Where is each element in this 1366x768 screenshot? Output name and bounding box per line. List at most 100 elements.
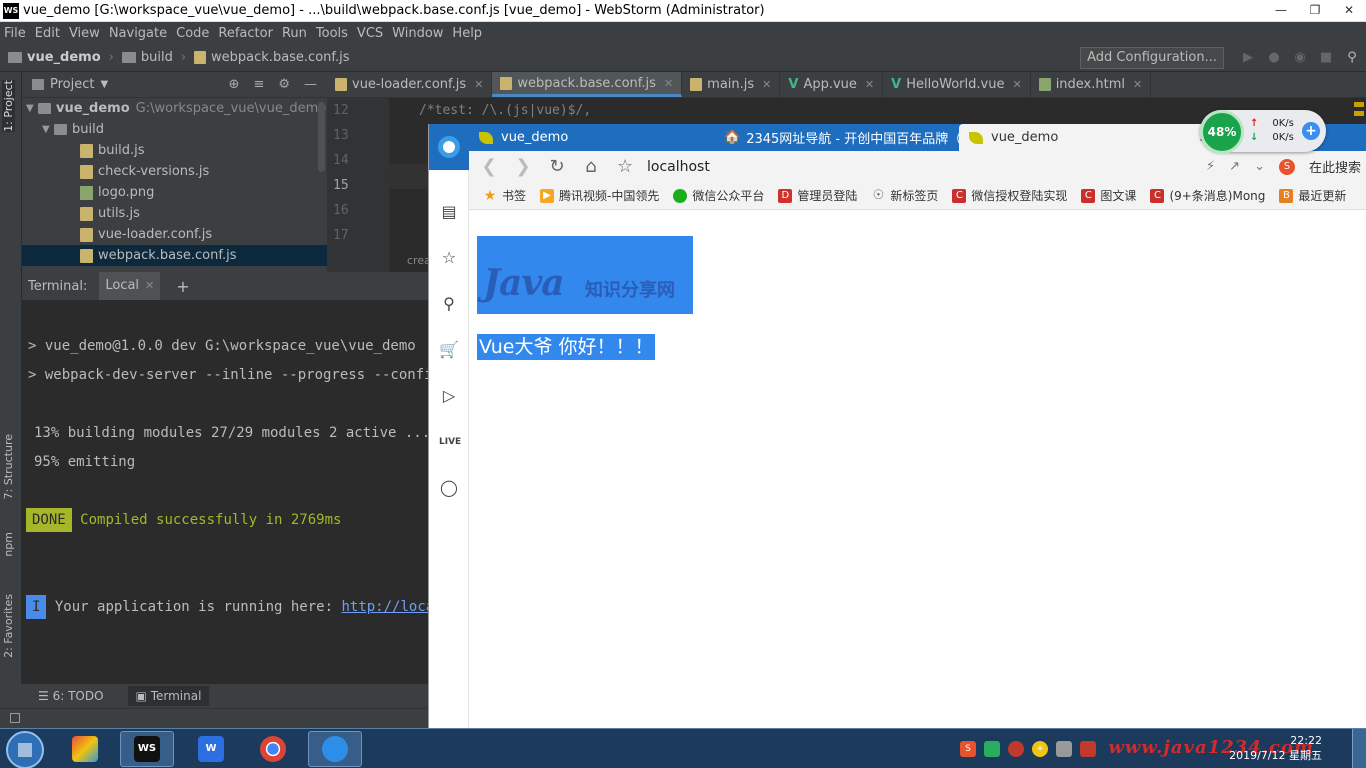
tree-item-build-js[interactable]: build.js	[22, 140, 327, 161]
tab-main-js[interactable]: main.js ✕	[682, 72, 781, 97]
collapse-icon[interactable]: ≡	[253, 77, 264, 92]
npm-tool-tab[interactable]: npm	[2, 532, 15, 557]
todo-tool-tab[interactable]: ☰ 6: TODO	[30, 686, 112, 706]
bookmark-item[interactable]: D 管理员登陆	[778, 187, 857, 204]
reader-icon[interactable]: ▤	[439, 202, 459, 222]
search-everywhere-icon[interactable]: ⚲	[1344, 50, 1360, 66]
tree-item-vue-loader-conf-js[interactable]: vue-loader.conf.js	[22, 224, 327, 245]
menu-run[interactable]: Run	[282, 26, 307, 41]
terminal-output[interactable]: > vue_demo@1.0.0 dev G:\workspace_vue\vu…	[22, 300, 428, 684]
taskbar-app-webstorm[interactable]: WS	[120, 731, 174, 767]
close-tab-icon[interactable]: ✕	[664, 77, 673, 90]
browser-logo-icon[interactable]	[429, 124, 469, 170]
menu-tools[interactable]: Tools	[316, 26, 348, 41]
taskbar-app[interactable]	[58, 731, 112, 767]
refresh-icon[interactable]: ↻	[549, 156, 565, 177]
bookmark-star-icon[interactable]: ☆	[617, 156, 633, 177]
network-tray-icon[interactable]	[1056, 741, 1072, 757]
menu-refactor[interactable]: Refactor	[218, 26, 273, 41]
menu-vcs[interactable]: VCS	[357, 26, 383, 41]
plus-tray-icon[interactable]: +	[1032, 741, 1048, 757]
menu-code[interactable]: Code	[176, 26, 209, 41]
coverage-icon[interactable]: ◉	[1292, 50, 1308, 66]
bookmark-item[interactable]: C 图文课	[1081, 187, 1136, 204]
terminal-tab-local[interactable]: Local ✕	[99, 272, 161, 300]
share-icon[interactable]: ↗	[1229, 159, 1240, 174]
bookmark-item[interactable]: C (9+条消息)Mong	[1150, 187, 1265, 204]
taskbar-app-chrome[interactable]	[246, 731, 300, 767]
terminal-tool-tab[interactable]: ▣ Terminal	[127, 686, 210, 706]
gear-icon[interactable]: ⚙	[278, 77, 290, 92]
show-desktop-button[interactable]	[1352, 729, 1366, 768]
browser-tab-2345[interactable]: 🏠 2345网址导航 - 开创中国百年品牌（	[714, 124, 961, 151]
add-configuration-button[interactable]: Add Configuration...	[1080, 47, 1224, 69]
start-button[interactable]	[6, 731, 44, 768]
close-icon[interactable]: ✕	[145, 279, 154, 292]
run-icon[interactable]: ▶	[1240, 50, 1256, 66]
project-title[interactable]: Project	[50, 77, 94, 92]
taskbar-app[interactable]: W	[184, 731, 238, 767]
tab-helloworld-vue[interactable]: V HelloWorld.vue ✕	[883, 72, 1031, 97]
local-url-link[interactable]: http://locall	[341, 599, 428, 615]
search-icon[interactable]: ⚲	[439, 294, 459, 314]
tab-webpack-base-conf-js[interactable]: webpack.base.conf.js ✕	[492, 72, 683, 97]
bookmark-item[interactable]: 微信公众平台	[673, 187, 764, 204]
tool-window-toggle-icon[interactable]	[10, 713, 20, 723]
security-tray-icon[interactable]	[1008, 741, 1024, 757]
project-tool-tab[interactable]: 1: Project	[2, 80, 15, 132]
url-input[interactable]: localhost	[647, 159, 710, 175]
minimize-icon[interactable]: —	[1264, 0, 1298, 20]
lightning-icon[interactable]: ⚡	[1206, 159, 1215, 174]
menu-file[interactable]: File	[4, 26, 26, 41]
cart-icon[interactable]: 🛒	[439, 340, 459, 360]
maximize-icon[interactable]: ❐	[1298, 0, 1332, 20]
back-icon[interactable]: ❮	[481, 156, 497, 177]
bookmark-item[interactable]: B 最近更新	[1279, 187, 1346, 204]
menu-navigate[interactable]: Navigate	[109, 26, 167, 41]
debug-icon[interactable]: ●	[1266, 50, 1282, 66]
new-terminal-icon[interactable]: +	[176, 277, 189, 296]
structure-tool-tab[interactable]: 7: Structure	[2, 434, 15, 499]
tree-item-check-versions-js[interactable]: check-versions.js	[22, 161, 327, 182]
bookmark-item[interactable]: C 微信授权登陆实现	[952, 187, 1067, 204]
breadcrumb-root[interactable]: vue_demo ›	[8, 50, 114, 65]
tree-item-utils-js[interactable]: utils.js	[22, 203, 327, 224]
close-tab-icon[interactable]: ✕	[762, 78, 771, 91]
tree-item-vue-demo[interactable]: ▼ vue_demo G:\workspace_vue\vue_demo	[22, 98, 327, 119]
menu-help[interactable]: Help	[452, 26, 482, 41]
chat-icon[interactable]: ◯	[439, 478, 459, 498]
sogou-search-icon[interactable]: S	[1278, 158, 1295, 175]
tray-app-icon[interactable]	[1080, 741, 1096, 757]
video-icon[interactable]: ▷	[439, 386, 459, 406]
forward-icon[interactable]: ❯	[515, 156, 531, 177]
close-tab-icon[interactable]: ✕	[865, 78, 874, 91]
tree-item-webpack-base-conf-js[interactable]: webpack.base.conf.js	[22, 245, 327, 266]
tab-index-html[interactable]: index.html ✕	[1031, 72, 1152, 97]
breadcrumb-folder[interactable]: build ›	[121, 50, 186, 65]
menu-edit[interactable]: Edit	[35, 26, 60, 41]
tab-vue-loader-conf-js[interactable]: vue-loader.conf.js ✕	[327, 72, 493, 97]
browser-tab-vue-demo-active[interactable]: vue_demo ✕	[959, 124, 1221, 151]
taskbar-app-browser[interactable]	[308, 731, 362, 767]
bookmark-item[interactable]: ▶ 腾讯视频-中国领先	[540, 187, 659, 204]
browser-tab-vue-demo[interactable]: vue_demo	[469, 124, 714, 151]
bookmark-item[interactable]: ☉ 新标签页	[871, 187, 939, 204]
chevron-down-icon[interactable]: ▼	[100, 79, 108, 90]
accelerate-plus-icon[interactable]: +	[1302, 122, 1320, 140]
search-input[interactable]: 在此搜索	[1309, 157, 1361, 176]
network-speed-widget[interactable]: 48% ↑ 0K/s ↓ 0K/s +	[1200, 110, 1326, 154]
project-scrollbar[interactable]	[318, 102, 325, 172]
stop-icon[interactable]: ■	[1318, 50, 1334, 66]
system-clock[interactable]: 22:22 2019/7/12 星期五	[1229, 733, 1322, 763]
menu-view[interactable]: View	[69, 26, 100, 41]
close-tab-icon[interactable]: ✕	[1133, 78, 1142, 91]
bookmark-folder[interactable]: ★ 书签	[483, 187, 526, 204]
chevron-down-icon[interactable]: ⌄	[1254, 159, 1265, 174]
menu-window[interactable]: Window	[392, 26, 443, 41]
home-icon[interactable]: ⌂	[583, 156, 599, 177]
sogou-tray-icon[interactable]: S	[960, 741, 976, 757]
shield-icon[interactable]	[984, 741, 1000, 757]
tab-app-vue[interactable]: V App.vue ✕	[780, 72, 884, 97]
close-tab-icon[interactable]: ✕	[1012, 78, 1021, 91]
close-icon[interactable]: ✕	[1332, 0, 1366, 20]
